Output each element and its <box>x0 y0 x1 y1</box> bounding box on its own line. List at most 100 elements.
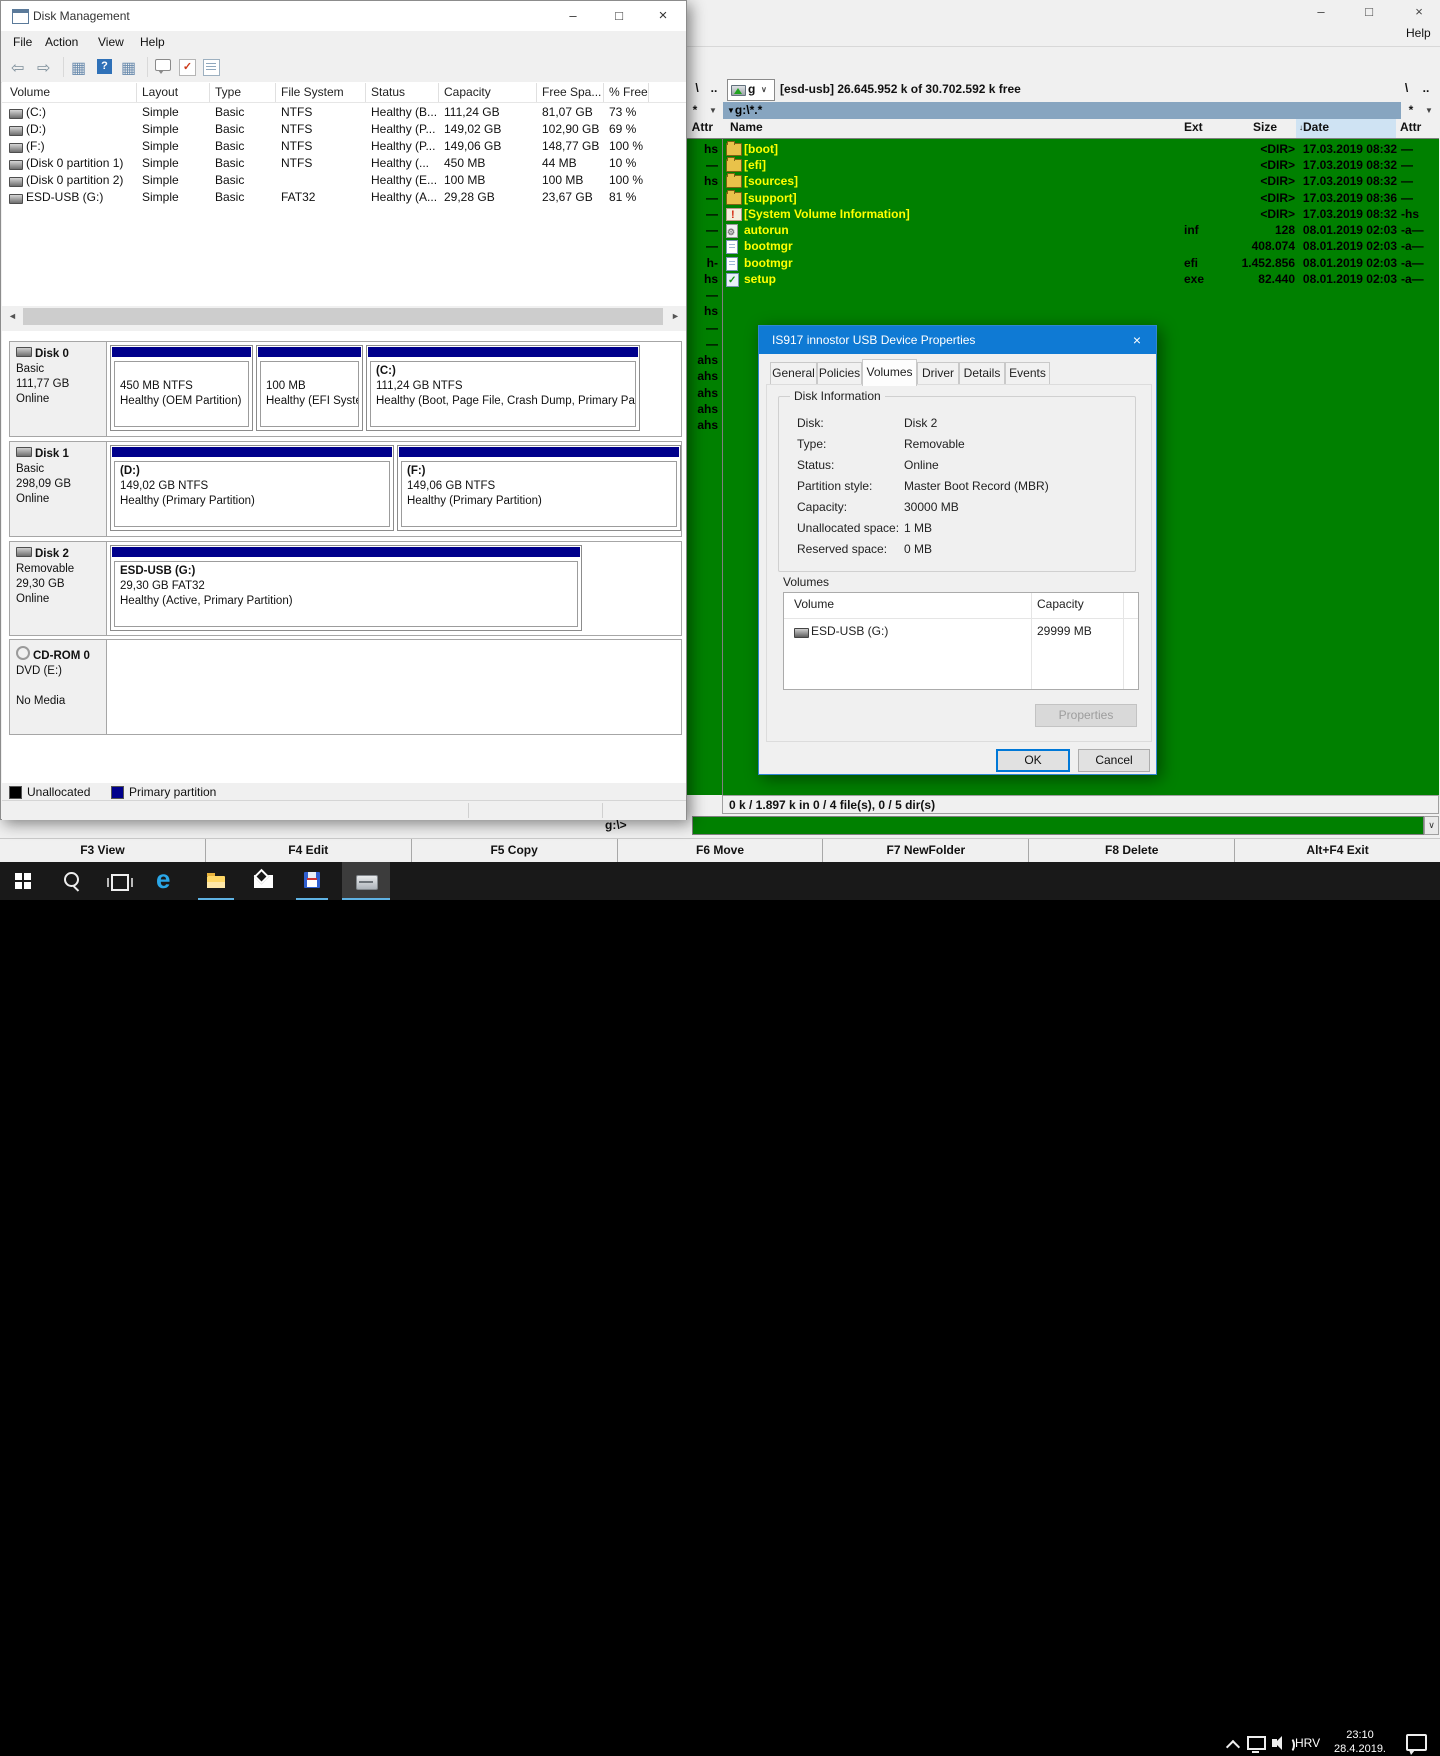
dm-maximize-button[interactable]: □ <box>596 1 642 31</box>
file-row[interactable]: bootmgr408.07408.01.2019 02:03-a— <box>722 238 1438 254</box>
f5-copy-button[interactable]: F5 Copy <box>412 839 618 863</box>
partition-c[interactable]: (C:)111,24 GB NTFSHealthy (Boot, Page Fi… <box>366 345 640 431</box>
altf4-exit-button[interactable]: Alt+F4 Exit <box>1235 839 1440 863</box>
drive-combo[interactable]: g ∨ <box>727 79 775 101</box>
tab-details[interactable]: Details <box>959 362 1005 385</box>
properties-list-icon[interactable] <box>203 59 220 76</box>
f8-delete-button[interactable]: F8 Delete <box>1029 839 1235 863</box>
tc-right-dropdown-icon[interactable]: ▼ <box>1422 106 1436 115</box>
dm-col-freespace[interactable]: Free Spa... <box>542 83 601 102</box>
mail-button[interactable] <box>240 862 288 900</box>
tab-volumes[interactable]: Volumes <box>862 359 917 386</box>
dm-menu-view[interactable]: View <box>98 35 124 49</box>
scroll-left-icon[interactable]: ◄ <box>2 306 23 327</box>
dm-menu-file[interactable]: File <box>13 35 32 49</box>
dm-col-volume[interactable]: Volume <box>10 83 50 102</box>
partition-d[interactable]: (D:)149,02 GB NTFSHealthy (Primary Parti… <box>110 445 394 531</box>
column-header-date[interactable]: ↓Date <box>1299 120 1329 138</box>
scrollbar-thumb[interactable] <box>23 308 663 325</box>
tab-policies[interactable]: Policies <box>817 362 862 385</box>
f6-move-button[interactable]: F6 Move <box>618 839 824 863</box>
file-row[interactable]: [sources]<DIR>17.03.2019 08:32— <box>722 173 1438 189</box>
volume-row[interactable]: (C:)SimpleBasicNTFSHealthy (B...111,24 G… <box>2 104 686 121</box>
dialog-close-button[interactable]: × <box>1118 326 1156 354</box>
dm-close-button[interactable]: × <box>640 1 686 31</box>
tc-right-select-button[interactable]: * <box>1404 103 1418 117</box>
column-header-attr[interactable]: Attr <box>1400 120 1421 138</box>
partition-esd-usb[interactable]: ESD-USB (G:)29,30 GB FAT32Healthy (Activ… <box>110 545 582 631</box>
disk1-label[interactable]: Disk 1 Basic 298,09 GB Online <box>10 442 107 536</box>
network-icon[interactable] <box>1247 1736 1266 1750</box>
volume-row[interactable]: (F:)SimpleBasicNTFSHealthy (P...149,06 G… <box>2 138 686 155</box>
file-row[interactable]: [support]<DIR>17.03.2019 08:36— <box>722 190 1438 206</box>
command-line-input[interactable] <box>692 816 1424 835</box>
scroll-right-icon[interactable]: ► <box>665 306 686 327</box>
help-icon[interactable]: ? <box>97 59 112 74</box>
dm-col-layout[interactable]: Layout <box>142 83 178 102</box>
volume-icon[interactable] <box>1272 1739 1277 1747</box>
start-button[interactable] <box>0 862 48 900</box>
volume-row[interactable]: (Disk 0 partition 1)SimpleBasicNTFSHealt… <box>2 155 686 172</box>
show-graphical-view-icon[interactable]: ▦ <box>121 58 136 78</box>
volume-row[interactable]: (Disk 0 partition 2)SimpleBasicHealthy (… <box>2 172 686 189</box>
tc-right-up-button[interactable]: .. <box>1417 81 1435 95</box>
task-view-button[interactable] <box>96 862 144 900</box>
total-commander-task-button[interactable] <box>288 862 336 900</box>
f4-edit-button[interactable]: F4 Edit <box>206 839 412 863</box>
edge-button[interactable]: e <box>144 862 192 900</box>
disk0-label[interactable]: Disk 0 Basic 111,77 GB Online <box>10 342 107 436</box>
file-row[interactable]: setupexe82.44008.01.2019 02:03-a— <box>722 271 1438 287</box>
tray-overflow-chevron-icon[interactable] <box>1226 1740 1240 1754</box>
f7-newfolder-button[interactable]: F7 NewFolder <box>823 839 1029 863</box>
file-row[interactable]: [efi]<DIR>17.03.2019 08:32— <box>722 157 1438 173</box>
dm-title-bar[interactable]: Disk Management – □ × <box>1 1 686 31</box>
cdrom-label[interactable]: CD-ROM 0 DVD (E:) No Media <box>10 640 107 734</box>
column-header-size[interactable]: Size <box>1253 120 1277 138</box>
partition-oem[interactable]: 450 MB NTFSHealthy (OEM Partition) <box>110 345 253 431</box>
file-row[interactable]: autoruninf12808.01.2019 02:03-a— <box>722 222 1438 238</box>
tab-events[interactable]: Events <box>1005 362 1050 385</box>
tc-left-root-button[interactable]: \ <box>690 81 704 95</box>
ok-button[interactable]: OK <box>996 749 1070 772</box>
volumes-list[interactable]: Volume Capacity ESD-USB (G:) 29999 MB <box>783 592 1139 690</box>
f3-view-button[interactable]: F3 View <box>0 839 206 863</box>
tc-close-button[interactable]: × <box>1402 0 1436 24</box>
dm-horizontal-scrollbar[interactable]: ◄ ► <box>2 306 686 327</box>
file-explorer-button[interactable] <box>192 862 240 900</box>
dm-col-filesystem[interactable]: File System <box>281 83 344 102</box>
tc-left-up-button[interactable]: .. <box>706 81 722 95</box>
dm-menu-help[interactable]: Help <box>140 35 165 49</box>
column-header-name[interactable]: Name <box>730 120 763 138</box>
taskbar-clock[interactable]: 23:10 28.4.2019. <box>1328 1728 1392 1756</box>
file-row[interactable]: [boot]<DIR>17.03.2019 08:32— <box>722 141 1438 157</box>
tc-right-root-button[interactable]: \ <box>1399 81 1414 95</box>
file-row[interactable]: [System Volume Information]<DIR>17.03.20… <box>722 206 1438 222</box>
tab-general[interactable]: General <box>770 362 817 385</box>
dm-minimize-button[interactable]: – <box>550 1 596 31</box>
show-table-icon[interactable]: ▦ <box>71 58 86 78</box>
file-row[interactable]: bootmgrefi1.452.85608.01.2019 02:03-a— <box>722 255 1438 271</box>
dialog-title-bar[interactable]: IS917 innostor USB Device Properties <box>759 326 1156 354</box>
tc-left-select-button[interactable]: * <box>688 103 702 117</box>
tab-driver[interactable]: Driver <box>917 362 959 385</box>
tc-left-dropdown-icon[interactable]: ▼ <box>706 106 720 115</box>
dm-col-capacity[interactable]: Capacity <box>444 83 491 102</box>
check-disk-icon[interactable]: ✓ <box>179 59 196 76</box>
command-history-dropdown[interactable]: ∨ <box>1424 816 1439 835</box>
forward-icon[interactable]: ⇨ <box>37 58 50 78</box>
volume-row[interactable]: (D:)SimpleBasicNTFSHealthy (P...149,02 G… <box>2 121 686 138</box>
volume-row[interactable]: ESD-USB (G:)SimpleBasicFAT32Healthy (A..… <box>2 189 686 206</box>
dm-col-status[interactable]: Status <box>371 83 405 102</box>
properties-button-disabled[interactable]: Properties <box>1035 704 1137 727</box>
partition-efi[interactable]: 100 MBHealthy (EFI Syste <box>256 345 363 431</box>
comment-bubble-icon[interactable] <box>155 59 171 71</box>
language-indicator[interactable]: HRV <box>1295 1736 1320 1750</box>
dm-menu-action[interactable]: Action <box>45 35 78 49</box>
back-icon[interactable]: ⇦ <box>11 58 24 78</box>
disk2-label[interactable]: Disk 2 Removable 29,30 GB Online <box>10 542 107 635</box>
action-center-icon[interactable] <box>1406 1734 1427 1751</box>
cancel-button[interactable]: Cancel <box>1078 749 1150 772</box>
tc-minimize-button[interactable]: – <box>1304 0 1338 24</box>
partition-f[interactable]: (F:)149,06 GB NTFSHealthy (Primary Parti… <box>397 445 681 531</box>
dm-col-type[interactable]: Type <box>215 83 241 102</box>
